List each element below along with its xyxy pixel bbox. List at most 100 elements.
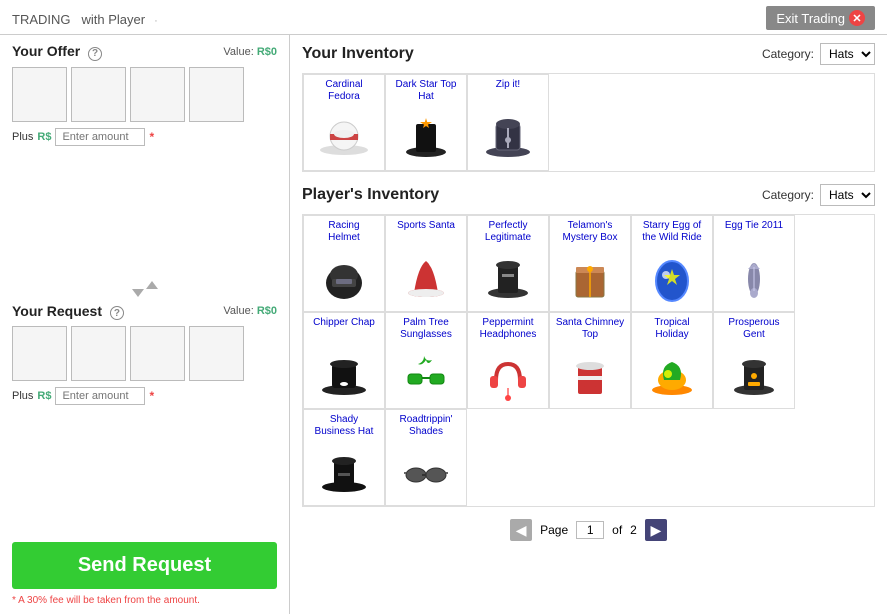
request-slot-2[interactable] bbox=[71, 326, 126, 381]
offer-slots bbox=[12, 67, 277, 122]
offer-amount-input[interactable] bbox=[55, 128, 145, 146]
item-image bbox=[560, 247, 620, 307]
header: TRADING with Player · Exit Trading ✕ bbox=[0, 0, 887, 35]
list-item[interactable]: Chipper Chap bbox=[303, 312, 385, 409]
request-header: Your Request ? Value: R$0 bbox=[12, 303, 277, 321]
offer-rs-label: R$ bbox=[37, 131, 51, 143]
item-name: CardinalFedora bbox=[306, 79, 382, 103]
offer-header: Your Offer ? Value: R$0 bbox=[12, 43, 277, 61]
item-image bbox=[396, 247, 456, 307]
your-category-label: Category: bbox=[762, 47, 814, 61]
left-panel: Your Offer ? Value: R$0 Plus R$ * bbox=[0, 35, 290, 614]
item-image bbox=[478, 344, 538, 404]
list-item[interactable]: TropicalHoliday bbox=[631, 312, 713, 409]
item-name: Dark Star TopHat bbox=[388, 79, 464, 103]
request-amount-input[interactable] bbox=[55, 387, 145, 405]
request-slot-4[interactable] bbox=[189, 326, 244, 381]
request-slot-1[interactable] bbox=[12, 326, 67, 381]
offer-slot-1[interactable] bbox=[12, 67, 67, 122]
item-name: ShadyBusiness Hat bbox=[306, 414, 382, 438]
list-item[interactable]: Dark Star TopHat bbox=[385, 74, 467, 171]
item-name: ProsperousGent bbox=[716, 317, 792, 341]
main-layout: Your Offer ? Value: R$0 Plus R$ * bbox=[0, 35, 887, 614]
request-help-icon[interactable]: ? bbox=[110, 306, 124, 320]
list-item[interactable]: Telamon'sMystery Box bbox=[549, 215, 631, 312]
your-inventory-title: Your Inventory bbox=[302, 45, 414, 63]
request-value-label: Value: R$0 bbox=[223, 305, 277, 317]
item-name: Starry Egg ofthe Wild Ride bbox=[634, 220, 710, 244]
item-image bbox=[314, 247, 374, 307]
your-category-select[interactable]: Hats bbox=[820, 43, 875, 65]
list-item[interactable]: ShadyBusiness Hat bbox=[303, 409, 385, 506]
list-item[interactable]: RacingHelmet bbox=[303, 215, 385, 312]
list-item[interactable]: Palm TreeSunglasses bbox=[385, 312, 467, 409]
item-image bbox=[478, 247, 538, 307]
header-title-group: TRADING with Player · bbox=[12, 8, 158, 29]
item-name: PerfectlyLegitimate bbox=[470, 220, 546, 244]
your-inventory-header: Your Inventory Category: Hats bbox=[302, 43, 875, 65]
list-item[interactable]: Zip it! bbox=[467, 74, 549, 171]
fee-note: * A 30% fee will be taken from the amoun… bbox=[12, 595, 277, 606]
list-item[interactable]: ProsperousGent bbox=[713, 312, 795, 409]
offer-plus-row: Plus R$ * bbox=[12, 128, 277, 146]
offer-value-label: Value: R$0 bbox=[223, 46, 277, 58]
request-slot-3[interactable] bbox=[130, 326, 185, 381]
next-page-button[interactable]: ▶ bbox=[645, 519, 667, 541]
exit-icon: ✕ bbox=[849, 10, 865, 26]
item-name: PeppermintHeadphones bbox=[470, 317, 546, 341]
offer-help-icon[interactable]: ? bbox=[88, 47, 102, 61]
list-item[interactable]: Starry Egg ofthe Wild Ride bbox=[631, 215, 713, 312]
request-title: Your Request ? bbox=[12, 303, 124, 321]
your-offer-section: Your Offer ? Value: R$0 Plus R$ * bbox=[12, 43, 277, 275]
offer-value: R$0 bbox=[257, 46, 277, 58]
request-slots bbox=[12, 326, 277, 381]
item-image bbox=[724, 247, 784, 307]
send-request-button[interactable]: Send Request bbox=[12, 542, 277, 589]
request-value: R$0 bbox=[257, 305, 277, 317]
item-image bbox=[314, 344, 374, 404]
offer-title: Your Offer ? bbox=[12, 43, 102, 61]
player-inventory-title: Player's Inventory bbox=[302, 186, 439, 204]
list-item[interactable]: Egg Tie 2011 bbox=[713, 215, 795, 312]
page-number-input[interactable] bbox=[576, 521, 604, 539]
offer-slot-4[interactable] bbox=[189, 67, 244, 122]
prev-page-button[interactable]: ◀ bbox=[510, 519, 532, 541]
your-request-section: Your Request ? Value: R$0 Plus R$ * bbox=[12, 303, 277, 535]
dot-decoration: · bbox=[154, 15, 158, 27]
your-inventory-grid: CardinalFedora Dark Star TopHat bbox=[302, 73, 875, 172]
item-name: Palm TreeSunglasses bbox=[388, 317, 464, 341]
player-category-select[interactable]: Hats bbox=[820, 184, 875, 206]
item-image bbox=[478, 106, 538, 166]
item-name: Chipper Chap bbox=[306, 317, 382, 341]
item-image bbox=[642, 247, 702, 307]
item-name: Sports Santa bbox=[388, 220, 464, 244]
item-name: Zip it! bbox=[470, 79, 546, 103]
list-item[interactable]: PeppermintHeadphones bbox=[467, 312, 549, 409]
swap-arrows-icon bbox=[130, 279, 160, 299]
list-item[interactable]: PerfectlyLegitimate bbox=[467, 215, 549, 312]
of-label: of bbox=[612, 523, 622, 537]
exit-trading-button[interactable]: Exit Trading ✕ bbox=[766, 6, 875, 30]
offer-asterisk: * bbox=[149, 130, 154, 144]
player-inventory-header: Player's Inventory Category: Hats bbox=[302, 184, 875, 206]
list-item[interactable]: Sports Santa bbox=[385, 215, 467, 312]
your-inventory-category-row: Category: Hats bbox=[762, 43, 875, 65]
item-image bbox=[396, 344, 456, 404]
offer-slot-2[interactable] bbox=[71, 67, 126, 122]
item-name: Egg Tie 2011 bbox=[716, 220, 792, 244]
list-item[interactable]: Santa ChimneyTop bbox=[549, 312, 631, 409]
player-category-label: Category: bbox=[762, 188, 814, 202]
request-plus-label: Plus bbox=[12, 390, 33, 402]
page-title: TRADING with Player · bbox=[12, 8, 158, 28]
item-image bbox=[642, 344, 702, 404]
request-rs-label: R$ bbox=[37, 390, 51, 402]
list-item[interactable]: CardinalFedora bbox=[303, 74, 385, 171]
item-name: Telamon'sMystery Box bbox=[552, 220, 628, 244]
exit-label: Exit Trading bbox=[776, 11, 845, 26]
offer-slot-3[interactable] bbox=[130, 67, 185, 122]
player-inventory-grid: RacingHelmet Sports Santa bbox=[302, 214, 875, 507]
item-image bbox=[396, 106, 456, 166]
list-item[interactable]: Roadtrippin'Shades bbox=[385, 409, 467, 506]
offer-plus-label: Plus bbox=[12, 131, 33, 143]
item-image bbox=[314, 106, 374, 166]
